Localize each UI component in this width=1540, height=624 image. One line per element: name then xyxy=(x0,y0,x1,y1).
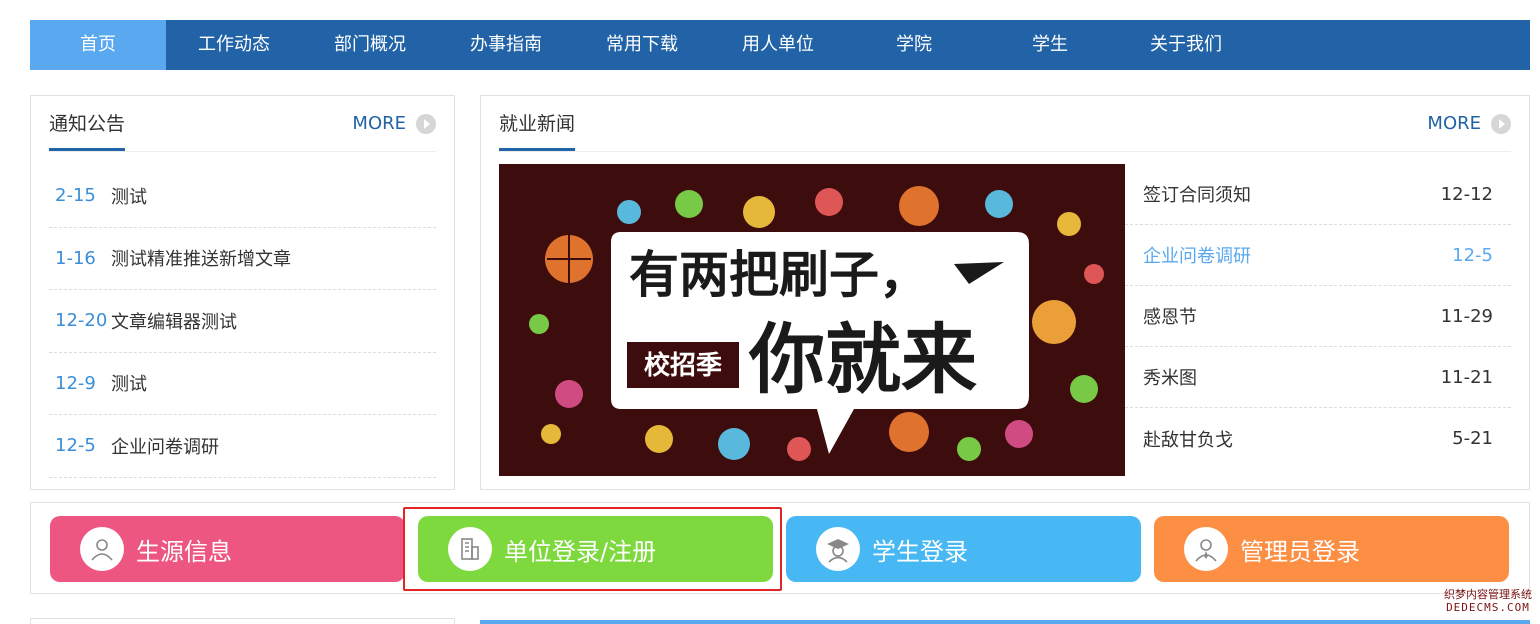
notice-date: 12-9 xyxy=(55,372,96,394)
nav-item-about[interactable]: 关于我们 xyxy=(1118,20,1254,70)
news-date: 12-5 xyxy=(1452,244,1493,266)
notice-more-link[interactable]: MORE xyxy=(352,112,436,136)
notice-panel-title: 通知公告 xyxy=(49,112,126,151)
banner-illustration: 有两把刷子， 校招季 你就来 xyxy=(499,164,1125,476)
list-item[interactable]: 12-20 文章编辑器测试 xyxy=(49,290,436,353)
lower-right-panel-bar xyxy=(480,620,1530,624)
news-title[interactable]: 企业问卷调研 xyxy=(1143,242,1251,268)
news-date: 11-21 xyxy=(1440,366,1493,388)
notice-title[interactable]: 测试精准推送新增文章 xyxy=(111,245,291,271)
news-title[interactable]: 赴敌甘负戈 xyxy=(1143,426,1233,452)
nav-item-work-news[interactable]: 工作动态 xyxy=(166,20,302,70)
news-panel: 就业新闻 MORE 有两把刷子， 校招季 你就来 签订合同须知 12-12 企业… xyxy=(480,95,1530,490)
news-more-link[interactable]: MORE xyxy=(1427,112,1511,136)
list-item[interactable]: 赴敌甘负戈 5-21 xyxy=(1125,408,1511,469)
notice-date: 12-20 xyxy=(55,310,108,332)
list-item[interactable]: 12-9 测试 xyxy=(49,353,436,415)
notice-more-label: MORE xyxy=(352,113,406,134)
banner-headline: 有两把刷子， xyxy=(629,246,929,304)
student-login-label: 学生登录 xyxy=(872,537,968,566)
news-date: 11-29 xyxy=(1440,305,1493,327)
page: 首页 工作动态 部门概况 办事指南 常用下载 用人单位 学院 学生 关于我们 通… xyxy=(0,0,1540,624)
notice-panel-header: 通知公告 MORE xyxy=(49,96,436,152)
nav-item-home[interactable]: 首页 xyxy=(30,20,166,70)
notice-title[interactable]: 测试 xyxy=(111,370,147,396)
news-title[interactable]: 秀米图 xyxy=(1143,364,1197,390)
list-item[interactable]: 签订合同须知 12-12 xyxy=(1125,164,1511,225)
notice-title[interactable]: 文章编辑器测试 xyxy=(111,308,237,334)
nav-item-students[interactable]: 学生 xyxy=(982,20,1118,70)
news-title[interactable]: 签订合同须知 xyxy=(1143,181,1251,207)
admin-icon xyxy=(1184,527,1228,571)
selection-highlight xyxy=(403,507,782,591)
news-date: 5-21 xyxy=(1452,428,1493,449)
student-source-button[interactable]: 生源信息 xyxy=(50,516,405,582)
notice-panel: 通知公告 MORE 2-15 测试 1-16 测试精准推送新增文章 12-20 … xyxy=(30,95,455,490)
watermark-line1: 织梦内容管理系统 xyxy=(1444,588,1532,601)
admin-login-label: 管理员登录 xyxy=(1240,537,1360,566)
nav-item-department[interactable]: 部门概况 xyxy=(302,20,438,70)
graduate-icon xyxy=(816,527,860,571)
news-list: 签订合同须知 12-12 企业问卷调研 12-5 感恩节 11-29 秀米图 1… xyxy=(1125,164,1511,469)
banner-tag: 校招季 xyxy=(644,350,722,381)
person-icon xyxy=(80,527,124,571)
arrow-right-circle-icon xyxy=(1491,114,1511,134)
news-date: 12-12 xyxy=(1440,183,1493,205)
nav-item-downloads[interactable]: 常用下载 xyxy=(574,20,710,70)
news-title[interactable]: 感恩节 xyxy=(1143,303,1197,329)
news-panel-title: 就业新闻 xyxy=(499,112,576,151)
list-item[interactable]: 2-15 测试 xyxy=(49,165,436,228)
notice-date: 12-5 xyxy=(55,435,96,457)
list-item[interactable]: 企业问卷调研 12-5 xyxy=(1125,225,1511,286)
list-item[interactable]: 秀米图 11-21 xyxy=(1125,347,1511,408)
list-item[interactable]: 感恩节 11-29 xyxy=(1125,286,1511,347)
notice-date: 1-16 xyxy=(55,247,96,269)
notice-list: 2-15 测试 1-16 测试精准推送新增文章 12-20 文章编辑器测试 12… xyxy=(49,165,436,478)
banner-slogan: 你就来 xyxy=(748,315,977,404)
arrow-right-circle-icon xyxy=(416,114,436,134)
list-item[interactable]: 12-5 企业问卷调研 xyxy=(49,415,436,478)
news-banner-image[interactable]: 有两把刷子， 校招季 你就来 xyxy=(499,164,1125,476)
nav-item-colleges[interactable]: 学院 xyxy=(846,20,982,70)
nav-item-employers[interactable]: 用人单位 xyxy=(710,20,846,70)
watermark: 织梦内容管理系统 DEDECMS.COM xyxy=(1444,588,1532,614)
nav-item-guide[interactable]: 办事指南 xyxy=(438,20,574,70)
watermark-line2: DEDECMS.COM xyxy=(1446,601,1530,614)
admin-login-button[interactable]: 管理员登录 xyxy=(1154,516,1509,582)
list-item[interactable]: 1-16 测试精准推送新增文章 xyxy=(49,228,436,290)
news-panel-header: 就业新闻 MORE xyxy=(499,96,1511,152)
student-source-label: 生源信息 xyxy=(136,537,232,566)
notice-title[interactable]: 企业问卷调研 xyxy=(111,433,219,459)
news-more-label: MORE xyxy=(1427,113,1481,134)
notice-date: 2-15 xyxy=(55,185,96,207)
main-nav: 首页 工作动态 部门概况 办事指南 常用下载 用人单位 学院 学生 关于我们 xyxy=(30,20,1530,70)
student-login-button[interactable]: 学生登录 xyxy=(786,516,1141,582)
notice-title[interactable]: 测试 xyxy=(111,183,147,209)
lower-left-panel xyxy=(30,618,455,624)
